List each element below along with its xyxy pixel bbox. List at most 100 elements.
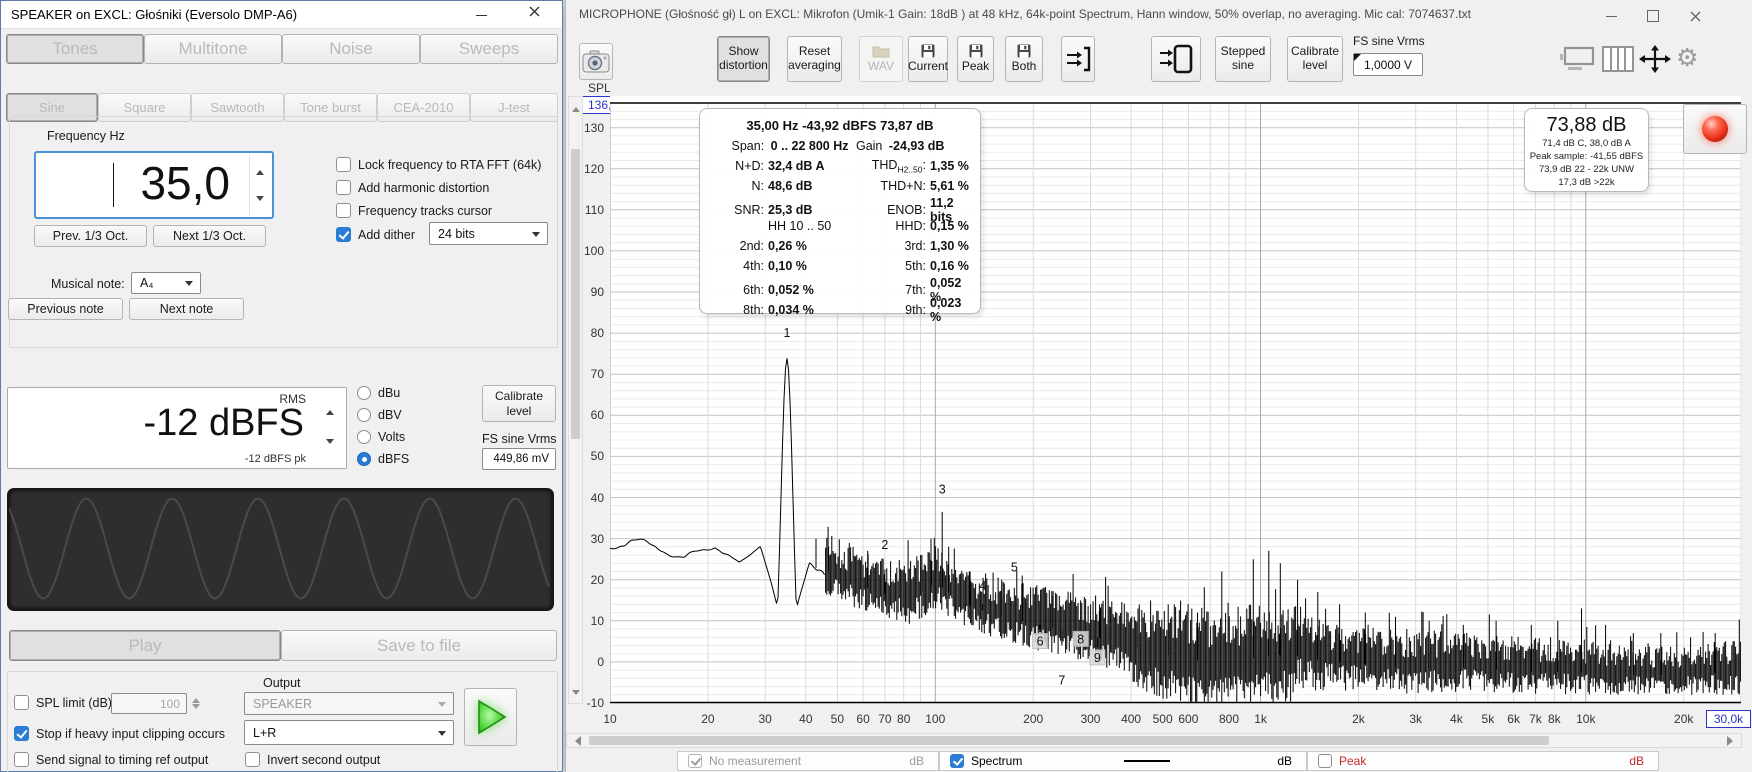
level-spinner[interactable]: [318, 394, 342, 460]
tab-noise[interactable]: Noise: [282, 34, 420, 64]
checkbox-invert-second-output[interactable]: Invert second output: [245, 752, 380, 767]
calibrate-level-button[interactable]: Calibrate level: [1287, 36, 1343, 82]
frequency-value: 35,0: [140, 156, 230, 210]
maximize-icon: [1647, 10, 1659, 22]
legend-peak[interactable]: Peak dB: [1307, 751, 1659, 771]
previous-note-button[interactable]: Previous note: [8, 298, 123, 320]
spl-level-panel: 73,88 dB 71,4 dB C, 38,0 dB A Peak sampl…: [1524, 108, 1649, 192]
camera-icon: [582, 50, 610, 74]
minimize-button[interactable]: [1596, 8, 1626, 24]
play-button[interactable]: Play: [9, 630, 281, 661]
output-channels-dropdown[interactable]: L+R: [244, 720, 454, 745]
prev-third-octave-button[interactable]: Prev. 1/3 Oct.: [34, 225, 147, 247]
save-wav-button[interactable]: WAV: [859, 36, 903, 82]
waveform-preview: [7, 488, 554, 611]
x-axis-max-box[interactable]: 30,0k: [1706, 710, 1751, 728]
stepped-sine-button[interactable]: Stepped sine: [1215, 36, 1271, 82]
scroll-down-icon[interactable]: [572, 690, 580, 699]
route-signal-button[interactable]: [1061, 36, 1095, 82]
generator-start-button[interactable]: [464, 688, 517, 746]
scroll-up-icon[interactable]: [572, 103, 580, 112]
scroll-left-icon[interactable]: [570, 736, 581, 746]
pan-move-icon[interactable]: [1639, 45, 1671, 73]
svg-text:5: 5: [1011, 561, 1018, 575]
generator-window: SPEAKER on EXCL: Głośniki (Eversolo DMP-…: [0, 0, 563, 772]
spin-up-icon: [326, 406, 334, 415]
record-button[interactable]: [1683, 104, 1747, 154]
save-both-button[interactable]: Both: [1005, 36, 1043, 82]
fs-sine-vrms-input[interactable]: 449,86 mV: [482, 448, 556, 470]
scroll-right-icon[interactable]: [1727, 736, 1738, 746]
checkbox-stop-clipping[interactable]: Stop if heavy input clipping occurs: [14, 726, 225, 741]
folder-icon: [872, 45, 890, 58]
scrollbar-thumb[interactable]: [589, 736, 1549, 745]
checkbox-lock-frequency[interactable]: Lock frequency to RTA FFT (64k): [336, 157, 541, 172]
radio-icon: [357, 386, 371, 400]
svg-text:8: 8: [1077, 632, 1084, 646]
spin-down-icon: [192, 704, 200, 713]
calibrate-level-button[interactable]: Calibrate level: [482, 385, 556, 422]
close-button[interactable]: [519, 3, 549, 19]
fs-sine-vrms-input[interactable]: 1,0000 V: [1353, 53, 1423, 76]
checkbox-send-timing-ref[interactable]: Send signal to timing ref output: [14, 752, 208, 767]
save-peak-button[interactable]: Peak: [957, 36, 994, 82]
spl-limit-spinner[interactable]: [188, 693, 204, 714]
readout-rows: N+D:32,4 dB ATHDH2..50:1,35 %N:48,6 dBTH…: [700, 156, 980, 316]
readout-subheader: Span: 0 .. 22 800 Hz Gain -24,93 dB: [700, 136, 980, 156]
musical-note-dropdown[interactable]: A₄: [131, 272, 201, 294]
spl-limit-input[interactable]: 100: [111, 693, 187, 714]
radio-dbv[interactable]: dBV: [357, 408, 402, 422]
level-display[interactable]: RMS -12 dBFS -12 dBFS pk: [7, 387, 347, 469]
trace-color-sample: [1124, 760, 1170, 762]
frequency-spinner[interactable]: [249, 155, 270, 215]
legend-no-measurement[interactable]: No measurement dB: [677, 751, 939, 771]
checkbox-add-dither[interactable]: Add dither: [336, 227, 415, 242]
fs-sine-vrms-label: FS sine Vrms: [1353, 34, 1423, 48]
loopback-button[interactable]: [1151, 36, 1201, 82]
close-button[interactable]: [1680, 8, 1710, 24]
floppy-disk-icon: [1017, 44, 1031, 58]
checkbox-icon: [14, 726, 29, 741]
radio-volts[interactable]: Volts: [357, 430, 405, 444]
svg-text:2: 2: [881, 538, 888, 552]
legend-spectrum[interactable]: Spectrum dB: [939, 751, 1307, 771]
frequency-label: Frequency Hz: [47, 129, 125, 143]
radio-icon: [357, 452, 371, 466]
svg-text:6: 6: [1037, 635, 1044, 649]
next-third-octave-button[interactable]: Next 1/3 Oct.: [153, 225, 266, 247]
settings-gear-icon[interactable]: ⚙: [1676, 43, 1698, 73]
split-columns-icon[interactable]: [1602, 46, 1634, 72]
generator-window-title: SPEAKER on EXCL: Głośniki (Eversolo DMP-…: [11, 7, 297, 22]
tab-multitone[interactable]: Multitone: [144, 34, 282, 64]
plot-vertical-scrollbar[interactable]: [568, 96, 583, 704]
checkbox-spl-limit[interactable]: SPL limit (dB):: [14, 695, 115, 710]
maximize-button[interactable]: [1638, 8, 1668, 24]
reset-averaging-button[interactable]: Reset averaging: [787, 36, 842, 82]
level-peak-value: -12 dBFS pk: [245, 453, 306, 465]
spin-up-icon: [192, 694, 200, 703]
floppy-disk-icon: [921, 44, 935, 58]
save-to-file-button[interactable]: Save to file: [281, 630, 557, 661]
display-layout-icon[interactable]: [1559, 46, 1595, 72]
radio-dbu[interactable]: dBu: [357, 386, 400, 400]
minimize-button[interactable]: [466, 7, 496, 23]
sine-wave-image: [9, 490, 550, 607]
checkbox-add-harmonic-distortion[interactable]: Add harmonic distortion: [336, 180, 489, 195]
scrollbar-thumb[interactable]: [571, 149, 580, 439]
screenshot-button[interactable]: [579, 43, 613, 80]
output-device-dropdown[interactable]: SPEAKER: [244, 692, 454, 715]
checkbox-icon: [1318, 754, 1332, 768]
plot-horizontal-scrollbar[interactable]: [566, 733, 1742, 748]
save-current-button[interactable]: Current: [908, 36, 948, 82]
frequency-input[interactable]: 35,0: [34, 151, 274, 219]
checkbox-icon: [336, 203, 351, 218]
radio-dbfs[interactable]: dBFS: [357, 452, 409, 466]
tab-tones[interactable]: Tones: [6, 34, 144, 64]
checkbox-frequency-tracks-cursor[interactable]: Frequency tracks cursor: [336, 203, 492, 218]
checkbox-icon: [14, 695, 29, 710]
show-distortion-button[interactable]: Show distortion: [717, 36, 770, 82]
analyzer-window: Manual MICROPHONE (Głośność gł) L on EXC…: [565, 0, 1752, 772]
next-note-button[interactable]: Next note: [129, 298, 244, 320]
dither-bits-dropdown[interactable]: 24 bits: [429, 222, 548, 245]
tab-sweeps[interactable]: Sweeps: [420, 34, 558, 64]
